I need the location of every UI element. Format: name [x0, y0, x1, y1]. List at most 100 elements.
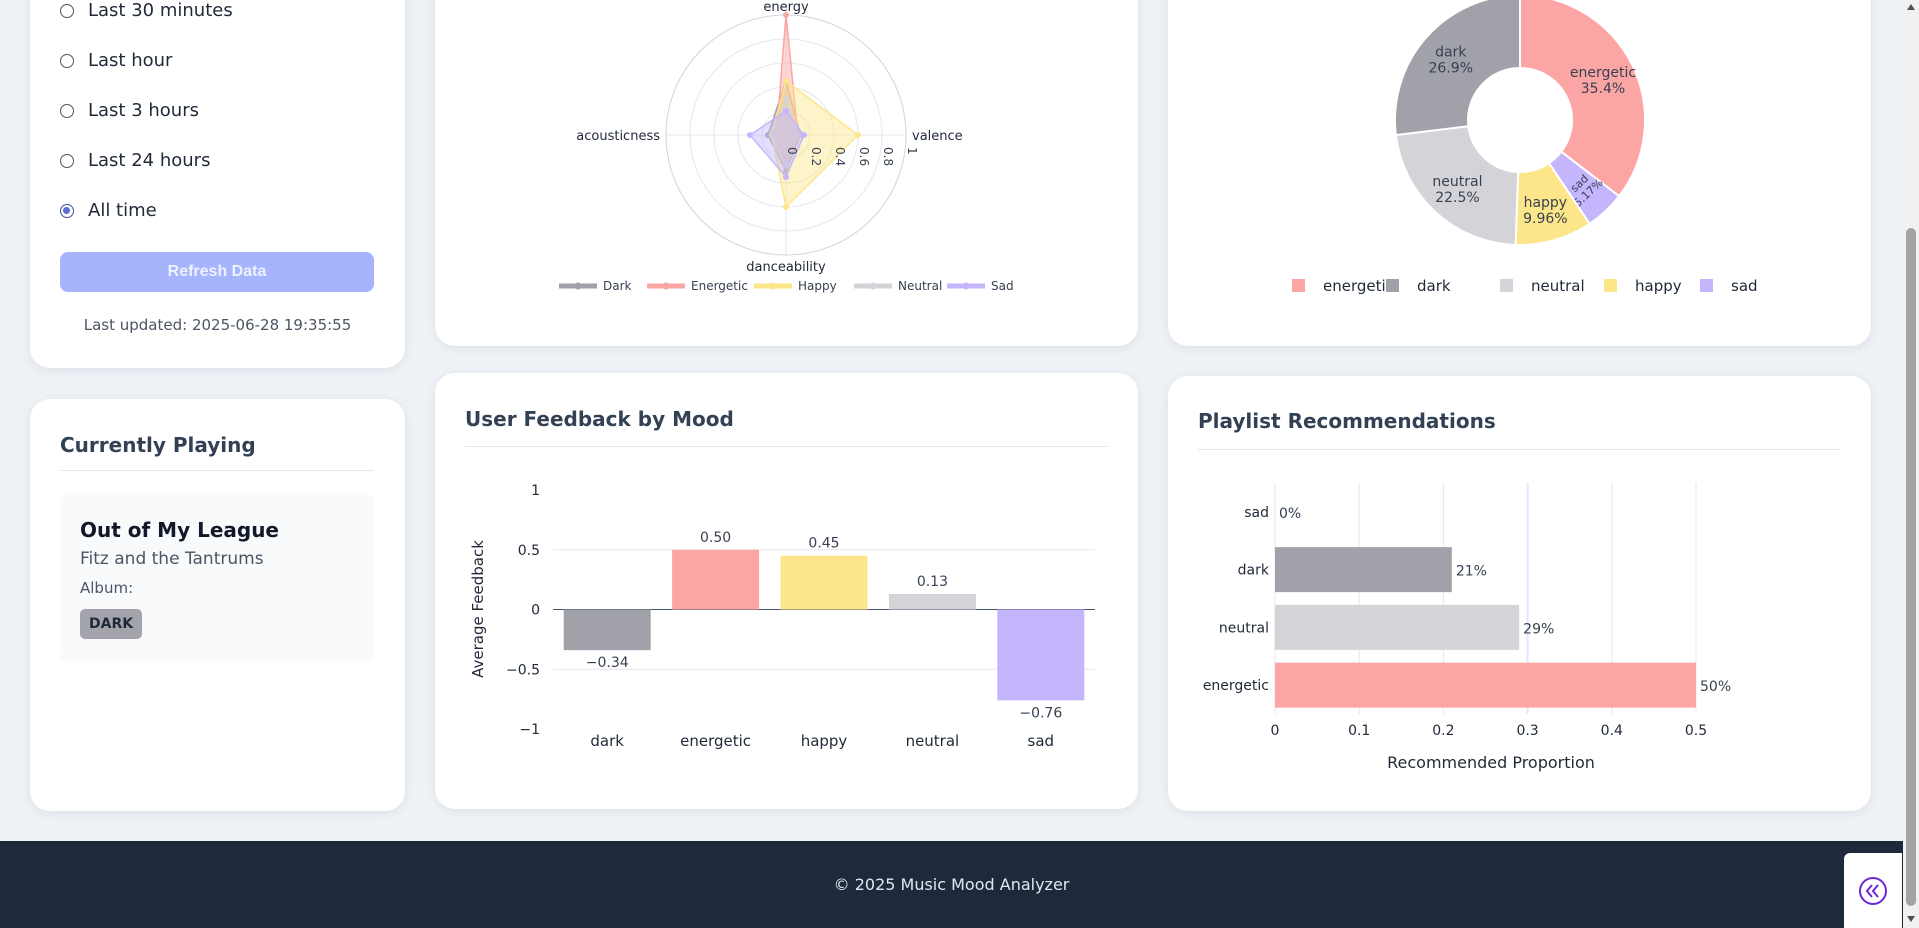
mood-badge: DARK: [80, 609, 143, 639]
radar-legend-label: Energetic: [691, 279, 748, 293]
feedback-bar-energetic: [672, 549, 760, 610]
scroll-down-arrow-icon[interactable]: [1907, 916, 1915, 922]
radio-label: Last 3 hours: [88, 100, 199, 121]
donut-slice-energetic: [1519, 0, 1646, 198]
donut-label-name: energetic: [1570, 65, 1636, 81]
recommendations-chart-title: Playlist Recommendations: [1198, 409, 1496, 433]
y-axis-title: Average Feedback: [469, 540, 487, 678]
last-updated-text: Last updated: 2025-06-28 19:35:55: [83, 316, 352, 334]
donut-slice-label: happy9.96%: [1523, 195, 1567, 227]
radar-point: [783, 108, 789, 114]
radio-button[interactable]: [60, 153, 74, 168]
radio-last-hour[interactable]: Last hour: [60, 50, 172, 71]
track-info-box: Out of My League Fitz and the Tantrums A…: [60, 493, 374, 663]
radar-legend-marker: [962, 282, 970, 290]
rec-bar-neutral: [1275, 604, 1520, 650]
donut-legend-label: energetic: [1323, 277, 1394, 295]
x-tick-label: energetic: [680, 732, 751, 750]
recommendations-bar-chart: 0 0.1 0.2 0.3 0.4 0.5 sad 0% dark 21% neutral 29% en…: [1203, 483, 1731, 772]
donut-legend-swatch: [1700, 279, 1713, 292]
bar-value-label: 0%: [1279, 506, 1301, 522]
bar-value-label: 29%: [1523, 621, 1554, 637]
x-tick-label: 0: [1271, 723, 1280, 739]
radar-point: [783, 96, 789, 102]
radio-all-time[interactable]: All time: [60, 200, 157, 221]
radar-axis-label: acousticness: [576, 129, 660, 144]
scroll-up-arrow-icon[interactable]: [1907, 4, 1915, 10]
radar-legend-label: Happy: [798, 279, 837, 293]
radar-tick-label: 0.2: [809, 147, 823, 166]
y-tick-label: −1: [519, 722, 540, 738]
radar-tick-label: 0.8: [881, 147, 895, 166]
donut-label-name: happy: [1524, 195, 1568, 211]
x-tick-label: dark: [590, 732, 624, 750]
radar-point: [783, 204, 789, 210]
x-tick-label: happy: [801, 732, 848, 750]
rec-bar-energetic: [1275, 662, 1696, 708]
donut-legend-swatch: [1386, 279, 1399, 292]
scrollbar-thumb[interactable]: [1906, 228, 1916, 906]
bar-value-label: −0.34: [586, 655, 629, 671]
y-tick-label: 1: [531, 483, 540, 499]
x-tick-label: 0.5: [1685, 723, 1707, 739]
donut-legend-swatch: [1500, 279, 1513, 292]
refresh-data-button[interactable]: Refresh Data: [60, 252, 374, 292]
x-tick-label: 0.2: [1432, 723, 1454, 739]
radio-last-24-hours[interactable]: Last 24 hours: [60, 150, 210, 171]
feedback-bar-happy: [780, 555, 868, 610]
radio-button[interactable]: [60, 53, 74, 68]
donut-label-name: dark: [1435, 45, 1467, 61]
feedback-bar-neutral: [888, 593, 976, 610]
bar-value-label: 21%: [1456, 564, 1487, 580]
collapse-sidebar-button[interactable]: [1844, 853, 1902, 928]
radar-legend-marker: [662, 282, 670, 290]
audio-features-radar-card: 0 0.2 0.4 0.6 0.8 1 energy valence danceability a…: [435, 0, 1138, 346]
x-tick-label: neutral: [906, 732, 960, 750]
donut-label-name: neutral: [1432, 174, 1482, 190]
radar-legend-label: Sad: [991, 279, 1014, 293]
feedback-bar-sad: [997, 609, 1085, 701]
radio-button-selected[interactable]: [60, 203, 74, 218]
user-feedback-card: User Feedback by Mood 1 0.5 0 −0.5 −1 −0.34 da…: [435, 373, 1138, 809]
radar-tick-label: 1: [905, 147, 919, 155]
feedback-chart-title: User Feedback by Mood: [465, 407, 734, 431]
mood-donut-chart: energetic35.4%sad5.17%happy9.96%neutral2…: [1292, 0, 1758, 295]
x-tick-label: 0.1: [1348, 723, 1370, 739]
radar-axis-label: energy: [763, 0, 809, 15]
radar-legend-label: Dark: [603, 279, 632, 293]
donut-label-percent: 9.96%: [1523, 211, 1567, 227]
radar-legend-marker: [869, 282, 877, 290]
divider: [465, 446, 1108, 447]
radar-chart: 0 0.2 0.4 0.6 0.8 1 energy valence danceability a…: [559, 0, 1014, 293]
currently-playing-card: Currently Playing Out of My League Fitz …: [30, 399, 405, 811]
radio-button[interactable]: [60, 103, 74, 118]
radar-point: [783, 78, 789, 84]
footer: © 2025 Music Mood Analyzer: [0, 841, 1903, 928]
radio-button[interactable]: [60, 3, 74, 18]
time-filter-card: Last 30 minutes Last hour Last 3 hours L…: [30, 0, 405, 368]
donut-legend-swatch: [1292, 279, 1305, 292]
donut-legend-label: dark: [1417, 277, 1451, 295]
radar-tick-label: 0: [785, 147, 799, 155]
x-tick-label: 0.3: [1516, 723, 1538, 739]
radar-legend-marker: [574, 282, 582, 290]
bar-value-label: 0.13: [917, 574, 948, 590]
bar-value-label: 50%: [1700, 679, 1731, 695]
radar-point: [747, 132, 753, 138]
y-tick-label: −0.5: [506, 662, 540, 678]
donut-legend-label: neutral: [1531, 277, 1585, 295]
radar-tick-label: 0.6: [857, 147, 871, 166]
radar-point: [855, 132, 861, 138]
radio-last-3-hours[interactable]: Last 3 hours: [60, 100, 199, 121]
donut-label-percent: 35.4%: [1581, 81, 1625, 97]
track-artist: Fitz and the Tantrums: [80, 549, 264, 569]
currently-playing-heading: Currently Playing: [60, 433, 256, 457]
radar-point: [783, 174, 789, 180]
radio-label: Last hour: [88, 50, 173, 71]
page-scrollbar[interactable]: [1903, 0, 1919, 928]
x-axis-title: Recommended Proportion: [1387, 753, 1595, 772]
radio-last-30-minutes[interactable]: Last 30 minutes: [60, 0, 233, 21]
donut-slice-label: neutral22.5%: [1432, 174, 1482, 206]
bar-value-label: 0.50: [700, 530, 731, 546]
feedback-bar-chart: 10.50−0.5−1−0.34dark0.50energetic0.45hap…: [469, 483, 1095, 750]
